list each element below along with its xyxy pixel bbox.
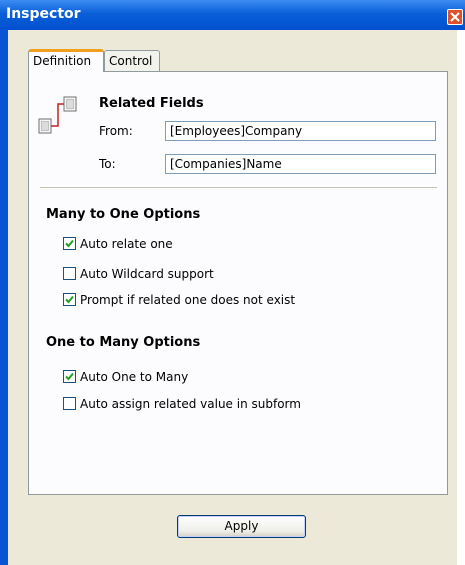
inspector-window: Inspector Control Definition Related Fie… <box>0 0 465 565</box>
apply-button[interactable]: Apply <box>177 515 306 538</box>
section-divider <box>40 187 437 189</box>
auto-relate-one-label[interactable]: Auto relate one <box>80 237 173 251</box>
to-field[interactable]: [Companies]Name <box>165 154 436 174</box>
title-bar[interactable]: Inspector <box>0 0 465 30</box>
auto-wildcard-support-label[interactable]: Auto Wildcard support <box>80 267 214 281</box>
tab-definition-label: Definition <box>33 54 92 68</box>
auto-assign-related-checkbox[interactable] <box>63 397 76 410</box>
from-field[interactable]: [Employees]Company <box>165 121 436 141</box>
prompt-if-related-label[interactable]: Prompt if related one does not exist <box>80 293 295 307</box>
one-to-many-heading: One to Many Options <box>46 335 201 350</box>
checkmark-icon <box>65 295 74 304</box>
auto-assign-related-label[interactable]: Auto assign related value in subform <box>80 397 301 411</box>
window-title: Inspector <box>6 6 81 22</box>
tab-definition[interactable]: Definition <box>28 49 104 72</box>
auto-wildcard-support-checkbox[interactable] <box>63 267 76 280</box>
window-frame-left <box>0 30 8 565</box>
many-to-one-heading: Many to One Options <box>46 207 201 222</box>
from-label: From: <box>99 124 133 138</box>
auto-relate-one-checkbox[interactable] <box>63 237 76 250</box>
auto-one-to-many-label[interactable]: Auto One to Many <box>80 370 188 384</box>
close-button[interactable] <box>447 9 463 25</box>
related-fields-icon <box>38 96 77 134</box>
auto-one-to-many-checkbox[interactable] <box>63 370 76 383</box>
close-icon <box>450 12 460 22</box>
window-frame-right <box>457 30 465 565</box>
checkmark-icon <box>65 239 74 248</box>
tab-control[interactable]: Control <box>104 50 160 72</box>
prompt-if-related-checkbox[interactable] <box>63 293 76 306</box>
tab-control-label: Control <box>109 54 153 68</box>
to-label: To: <box>99 157 116 171</box>
related-fields-heading: Related Fields <box>99 96 204 111</box>
checkmark-icon <box>65 372 74 381</box>
